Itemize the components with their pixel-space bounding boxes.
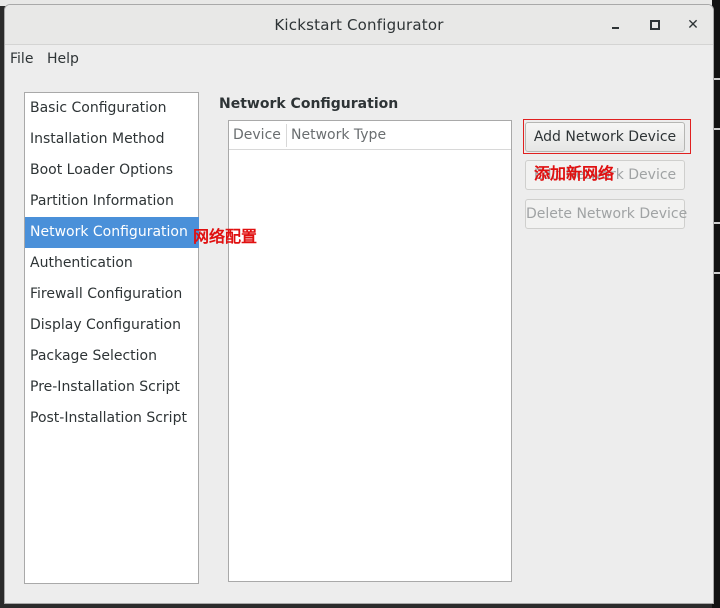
sidebar-item-display-configuration[interactable]: Display Configuration [25, 310, 198, 341]
minimize-icon [611, 27, 619, 29]
sidebar-item-firewall-configuration[interactable]: Firewall Configuration [25, 279, 198, 310]
delete-network-device-button[interactable]: Delete Network Device [525, 199, 687, 229]
kickstart-window: Kickstart Configurator ✕ File Help Basic… [4, 4, 714, 604]
sidebar-item-network-configuration[interactable]: Network Configuration [25, 217, 199, 248]
title-bar: Kickstart Configurator ✕ [5, 5, 713, 45]
sidebar-item-boot-loader-options[interactable]: Boot Loader Options [25, 155, 198, 186]
annotation-network-config: 网络配置 [193, 227, 258, 246]
annotation-add-network: 添加新网络 [534, 164, 615, 183]
sidebar-item-pre-installation-script[interactable]: Pre-Installation Script [25, 372, 198, 403]
sidebar-item-authentication[interactable]: Authentication [25, 248, 198, 279]
sidebar-item-installation-method[interactable]: Installation Method [25, 124, 198, 155]
sidebar-item-post-installation-script[interactable]: Post-Installation Script [25, 403, 198, 434]
column-header-network-type[interactable]: Network Type [291, 127, 386, 143]
annotation-highlight-box [523, 119, 691, 154]
menu-help[interactable]: Help [47, 51, 79, 67]
minimize-button[interactable] [605, 15, 625, 35]
category-list: Basic Configuration Installation Method … [24, 92, 199, 584]
menu-bar: File Help [5, 45, 713, 75]
close-button[interactable]: ✕ [683, 15, 703, 35]
sidebar-item-basic-configuration[interactable]: Basic Configuration [25, 93, 198, 124]
column-divider [286, 124, 287, 147]
maximize-button[interactable] [645, 15, 665, 35]
network-device-table[interactable]: Device Network Type [228, 120, 512, 582]
section-title: Network Configuration [219, 96, 399, 112]
column-header-device[interactable]: Device [233, 127, 281, 143]
close-icon: ✕ [687, 17, 699, 33]
sidebar-item-package-selection[interactable]: Package Selection [25, 341, 198, 372]
menu-file[interactable]: File [10, 51, 33, 67]
table-header: Device Network Type [229, 121, 511, 150]
sidebar-item-partition-information[interactable]: Partition Information [25, 186, 198, 217]
maximize-icon [650, 20, 660, 30]
